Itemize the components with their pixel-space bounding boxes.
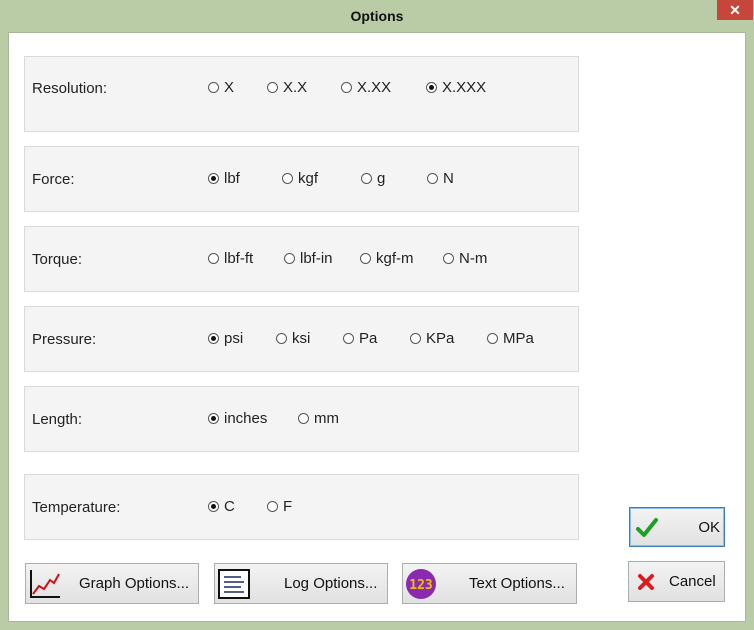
torque-option-n-m[interactable]: N-m	[443, 250, 487, 267]
cancel-label: Cancel	[669, 573, 716, 590]
radio-icon[interactable]	[208, 81, 219, 93]
text-icon-digits: 123	[409, 578, 432, 593]
radio-icon[interactable]	[443, 252, 454, 264]
force-option-kgf[interactable]: kgf	[282, 170, 318, 187]
radio-icon[interactable]	[298, 412, 309, 424]
dialog-body: Resolution: X X.X X.XX X.XXX Force: lbf …	[8, 32, 746, 622]
temperature-option-f[interactable]: F	[267, 498, 292, 515]
force-option-n[interactable]: N	[427, 170, 454, 187]
line-chart-icon	[30, 570, 60, 598]
resolution-option-x-x[interactable]: X.X	[267, 79, 307, 96]
radio-icon[interactable]	[208, 172, 219, 184]
checkmark-icon	[636, 518, 658, 537]
temperature-label: Temperature:	[32, 499, 121, 516]
resolution-option-x[interactable]: X	[208, 79, 234, 96]
radio-icon[interactable]	[267, 500, 278, 512]
pressure-label: Pressure:	[32, 331, 97, 348]
radio-icon[interactable]	[341, 81, 352, 93]
torque-label: Torque:	[32, 251, 83, 268]
window-title: Options	[350, 8, 404, 24]
ok-button[interactable]: OK	[629, 507, 725, 547]
radio-icon[interactable]	[426, 81, 437, 93]
radio-icon[interactable]	[208, 500, 219, 512]
document-lines-icon	[218, 569, 250, 599]
radio-icon[interactable]	[284, 252, 295, 264]
graph-options-button[interactable]: Graph Options...	[25, 563, 199, 604]
length-option-mm[interactable]: mm	[298, 410, 339, 427]
pressure-option-mpa[interactable]: MPa	[487, 330, 534, 347]
digital-123-icon: 123	[406, 569, 436, 599]
force-option-lbf[interactable]: lbf	[208, 170, 240, 187]
radio-icon[interactable]	[487, 332, 498, 344]
radio-icon[interactable]	[208, 332, 219, 344]
temperature-option-c[interactable]: C	[208, 498, 235, 515]
text-options-button[interactable]: 123 Text Options...	[402, 563, 577, 604]
options-dialog: Options ✕ Resolution: X X.X X.XX X.XXX F…	[0, 0, 754, 630]
radio-icon[interactable]	[360, 252, 371, 264]
length-option-inches[interactable]: inches	[208, 410, 267, 427]
pressure-option-ksi[interactable]: ksi	[276, 330, 310, 347]
radio-icon[interactable]	[410, 332, 421, 344]
radio-icon[interactable]	[427, 172, 438, 184]
ok-label: OK	[698, 519, 720, 536]
cancel-button[interactable]: Cancel	[628, 561, 725, 602]
torque-option-lbf-ft[interactable]: lbf-ft	[208, 250, 253, 267]
text-options-label: Text Options...	[469, 575, 565, 592]
torque-option-kgf-m[interactable]: kgf-m	[360, 250, 414, 267]
log-options-button[interactable]: Log Options...	[214, 563, 388, 604]
force-option-g[interactable]: g	[361, 170, 385, 187]
radio-icon[interactable]	[361, 172, 372, 184]
radio-icon[interactable]	[343, 332, 354, 344]
radio-icon[interactable]	[267, 81, 278, 93]
pressure-option-psi[interactable]: psi	[208, 330, 243, 347]
red-x-icon	[638, 574, 654, 590]
log-options-label: Log Options...	[284, 575, 378, 592]
radio-icon[interactable]	[208, 252, 219, 264]
close-button[interactable]: ✕	[717, 0, 753, 20]
force-label: Force:	[32, 171, 75, 188]
graph-options-label: Graph Options...	[79, 575, 190, 592]
pressure-option-kpa[interactable]: KPa	[410, 330, 454, 347]
radio-icon[interactable]	[282, 172, 293, 184]
pressure-option-pa[interactable]: Pa	[343, 330, 377, 347]
radio-icon[interactable]	[208, 412, 219, 424]
resolution-option-x-xx[interactable]: X.XX	[341, 79, 391, 96]
radio-icon[interactable]	[276, 332, 287, 344]
length-label: Length:	[32, 411, 83, 428]
resolution-option-x-xxx[interactable]: X.XXX	[426, 79, 486, 96]
torque-option-lbf-in[interactable]: lbf-in	[284, 250, 333, 267]
resolution-label: Resolution:	[32, 80, 108, 97]
